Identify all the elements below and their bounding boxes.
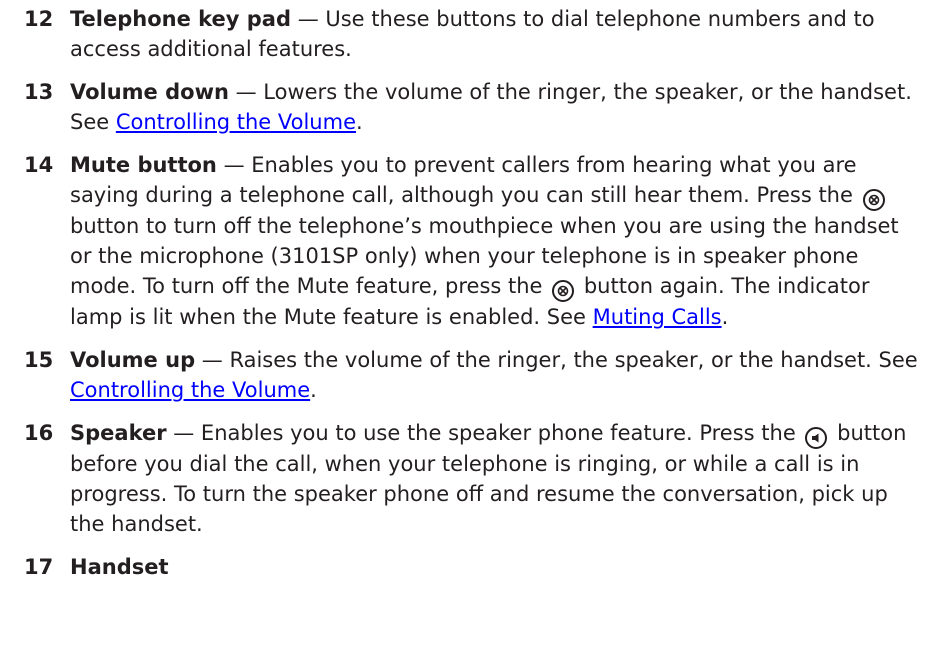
item-body: Volume up — Raises the volume of the rin…	[70, 345, 925, 405]
item-number: 17	[24, 555, 54, 579]
item-body: Handset	[70, 552, 925, 582]
list-item-14: 14 Mute button — Enables you to prevent …	[24, 150, 925, 332]
item-body: Volume down — Lowers the volume of the r…	[70, 77, 925, 137]
item-number: 13	[24, 80, 54, 104]
item-text: — Raises the volume of the ringer, the s…	[195, 348, 918, 372]
item-number: 16	[24, 421, 54, 445]
item-number: 15	[24, 348, 54, 372]
mute-button-icon	[862, 189, 885, 211]
item-body: Mute button — Enables you to prevent cal…	[70, 150, 925, 332]
item-text: — Enables you to use the speaker phone f…	[166, 421, 803, 445]
list-item-16: 16 Speaker — Enables you to use the spea…	[24, 418, 925, 539]
item-body: Speaker — Enables you to use the speaker…	[70, 418, 925, 539]
item-number: 12	[24, 7, 54, 31]
list-item-12: 12 Telephone key pad — Use these buttons…	[24, 4, 925, 64]
controlling-volume-link[interactable]: Controlling the Volume	[70, 378, 310, 402]
controlling-volume-link[interactable]: Controlling the Volume	[116, 110, 356, 134]
item-number: 14	[24, 153, 54, 177]
item-text-tail: .	[356, 110, 363, 134]
list-item-15: 15 Volume up — Raises the volume of the …	[24, 345, 925, 405]
item-term: Handset	[70, 555, 169, 579]
document-page: 12 Telephone key pad — Use these buttons…	[0, 0, 935, 663]
item-term: Volume down	[70, 80, 229, 104]
item-term: Mute button	[70, 153, 217, 177]
muting-calls-link[interactable]: Muting Calls	[593, 305, 722, 329]
speaker-button-icon	[805, 427, 828, 449]
list-item-17: 17 Handset	[24, 552, 925, 582]
item-body: Telephone key pad — Use these buttons to…	[70, 4, 925, 64]
item-term: Telephone key pad	[70, 7, 292, 31]
item-term: Volume up	[70, 348, 196, 372]
list-item-13: 13 Volume down — Lowers the volume of th…	[24, 77, 925, 137]
item-text-tail: .	[721, 305, 729, 329]
item-term: Speaker	[70, 421, 167, 445]
mute-button-icon	[552, 280, 575, 302]
item-text-tail: .	[310, 378, 317, 402]
